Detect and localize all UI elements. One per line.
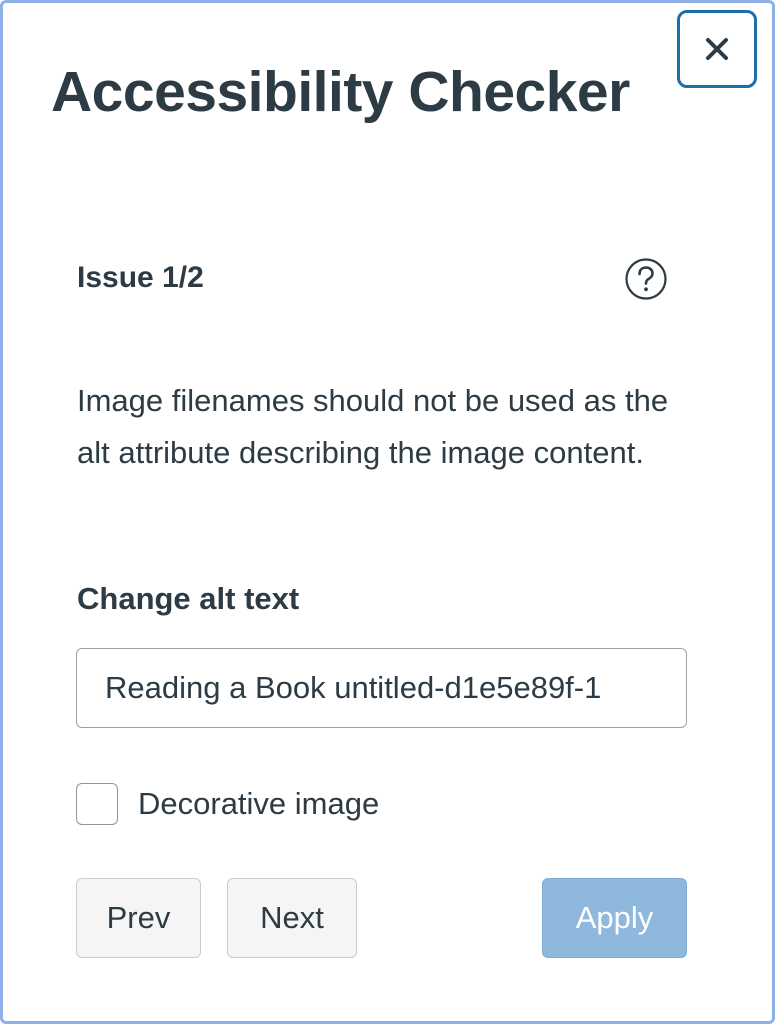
prev-button[interactable]: Prev [76, 878, 201, 958]
alt-text-label: Change alt text [77, 581, 300, 616]
decorative-image-label: Decorative image [138, 786, 380, 821]
alt-text-input[interactable] [76, 648, 687, 728]
panel-title: Accessibility Checker [51, 60, 630, 124]
question-circle-icon [625, 258, 667, 300]
close-button[interactable] [677, 10, 757, 88]
apply-button[interactable]: Apply [542, 878, 687, 958]
decorative-image-checkbox[interactable] [76, 783, 118, 825]
close-icon [706, 38, 728, 60]
issue-message: Image filenames should not be used as th… [77, 383, 669, 470]
issue-counter: Issue 1/2 [77, 261, 204, 294]
accessibility-checker-tray: Accessibility Checker Issue 1/2 Image fi… [0, 0, 775, 1024]
next-button[interactable]: Next [227, 878, 357, 958]
decorative-image-option[interactable]: Decorative image [76, 782, 379, 826]
help-button[interactable] [624, 257, 668, 301]
